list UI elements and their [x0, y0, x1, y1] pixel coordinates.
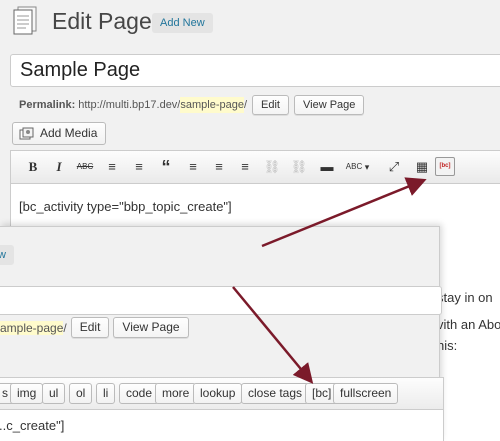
qt-ol-button[interactable]: ol: [69, 383, 93, 404]
screenshot: Edit Page Add New Sample Page Permalink:…: [0, 0, 500, 441]
kitchen-sink-icon[interactable]: ▦: [412, 157, 432, 177]
numbered-list-icon[interactable]: ≡: [129, 157, 149, 177]
permalink-base: http://multi.bp17.dev/: [78, 99, 181, 111]
qt-more-button[interactable]: more: [155, 383, 197, 404]
strikethrough-icon[interactable]: ABC: [75, 157, 95, 177]
permalink-slash-partial: /: [63, 320, 67, 335]
bullet-list-icon[interactable]: ≡: [102, 157, 122, 177]
view-page-button[interactable]: View Page: [294, 95, 365, 115]
permalink-row-partial: ample-page / Edit View Page: [0, 317, 189, 338]
qt-code-button[interactable]: code: [119, 383, 160, 404]
permalink-row: Permalink: http://multi.bp17.dev/sample-…: [19, 95, 365, 115]
text-editor-content[interactable]: ..c_create"]: [0, 418, 64, 433]
edit-permalink-button[interactable]: Edit: [252, 95, 289, 115]
bold-icon[interactable]: B: [23, 157, 43, 177]
add-new-button[interactable]: Add New: [152, 13, 213, 33]
add-new-button-partial[interactable]: w: [0, 245, 14, 265]
quicktags-toolbar: s img ul ol li code more lookup close ta…: [0, 378, 443, 410]
post-title-input[interactable]: Sample Page: [10, 54, 500, 87]
qt-img-button[interactable]: img: [10, 383, 44, 404]
background-text-line-2: vith an Abo: [437, 317, 500, 332]
align-center-icon[interactable]: ≡: [209, 157, 229, 177]
inset-text-editor-panel: w ample-page / Edit View Page s img ul ol…: [0, 226, 444, 441]
bc-shortcode-icon[interactable]: [bc]: [435, 157, 455, 176]
permalink-slug-partial[interactable]: ample-page: [0, 320, 64, 335]
edit-permalink-button-inset[interactable]: Edit: [70, 317, 110, 338]
italic-icon[interactable]: I: [49, 157, 69, 177]
background-text-line-3: his:: [437, 338, 458, 353]
unlink-icon[interactable]: ⛓: [289, 157, 309, 177]
view-page-button-inset[interactable]: View Page: [113, 317, 189, 338]
background-text-line-1: stay in on: [437, 290, 493, 305]
align-left-icon[interactable]: ≡: [183, 157, 203, 177]
add-media-label: Add Media: [40, 126, 98, 140]
qt-close-tags-button[interactable]: close tags: [241, 383, 310, 404]
qt-lookup-button[interactable]: lookup: [193, 383, 243, 404]
permalink-label: Permalink:: [19, 99, 76, 111]
text-editor: s img ul ol li code more lookup close ta…: [0, 377, 444, 441]
permalink-slash: /: [243, 99, 248, 111]
more-tag-icon[interactable]: ▬: [317, 157, 337, 177]
chevron-down-icon[interactable]: ▾: [361, 157, 373, 177]
link-icon[interactable]: ⛓: [262, 157, 282, 177]
qt-li-button[interactable]: li: [96, 383, 116, 404]
fullscreen-icon[interactable]: ⤢: [384, 157, 404, 177]
permalink-slug[interactable]: sample-page: [180, 97, 244, 113]
page-title: Edit Page: [52, 8, 152, 34]
post-title-input-partial[interactable]: [0, 286, 442, 315]
add-media-button[interactable]: Add Media: [12, 122, 107, 145]
qt-fullscreen-button[interactable]: fullscreen: [333, 383, 399, 404]
media-icon: [19, 127, 34, 139]
visual-toolbar: B I ABC ≡ ≡ “ ≡ ≡ ≡ ⛓ ⛓ ▬ ABC ▾ ⤢ ▦ [bc]: [11, 151, 500, 184]
align-right-icon[interactable]: ≡: [235, 157, 255, 177]
qt-ul-button[interactable]: ul: [42, 383, 66, 404]
blockquote-icon[interactable]: “: [156, 157, 176, 177]
editor-content[interactable]: [bc_activity type="bbp_topic_create"]: [19, 199, 232, 214]
page-icon: [13, 6, 37, 35]
